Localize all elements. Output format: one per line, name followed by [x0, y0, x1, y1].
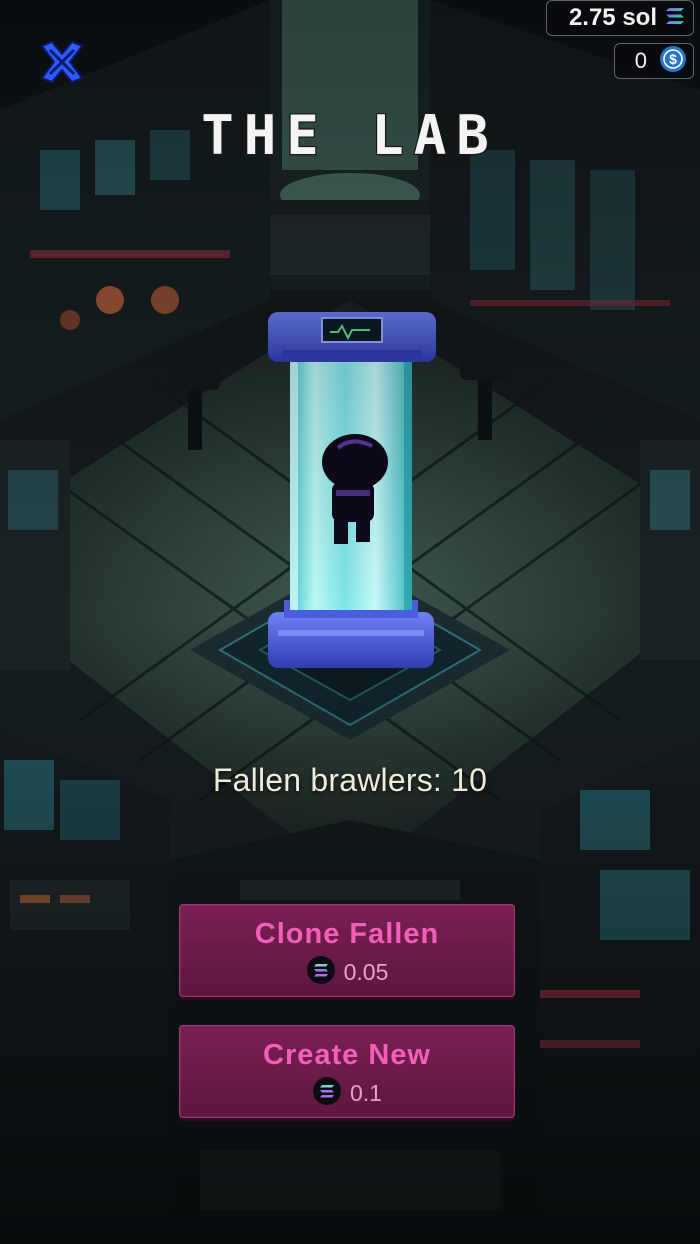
- create-cost-value: 0.1: [350, 1080, 382, 1106]
- clone-fallen-button[interactable]: Clone Fallen 0.05: [179, 904, 515, 997]
- title-text-graphic: THE LAB: [200, 103, 499, 169]
- solana-icon: [312, 1076, 342, 1111]
- sol-balance: 2.75 sol: [546, 0, 694, 36]
- usdc-icon: $: [659, 45, 687, 78]
- clone-fallen-label: Clone Fallen: [254, 918, 440, 950]
- solana-icon: [306, 955, 336, 990]
- fallen-brawlers-count: Fallen brawlers: 10: [212, 762, 488, 798]
- clone-cost: 0.05: [180, 955, 514, 990]
- clone-cost-value: 0.05: [343, 959, 389, 985]
- usdc-balance-value: 0: [634, 48, 647, 73]
- solana-icon: [665, 7, 685, 30]
- create-cost: 0.1: [180, 1076, 514, 1111]
- svg-text:THE LAB: THE LAB: [201, 104, 499, 167]
- close-icon: [36, 40, 88, 92]
- page-title: THE LAB: [0, 103, 700, 173]
- create-new-button[interactable]: Create New 0.1: [179, 1025, 515, 1118]
- usdc-balance: 0 $: [614, 43, 694, 79]
- close-button[interactable]: [36, 36, 88, 88]
- sol-balance-value: 2.75 sol: [568, 4, 657, 31]
- svg-text:$: $: [669, 51, 677, 67]
- create-new-label: Create New: [263, 1039, 431, 1071]
